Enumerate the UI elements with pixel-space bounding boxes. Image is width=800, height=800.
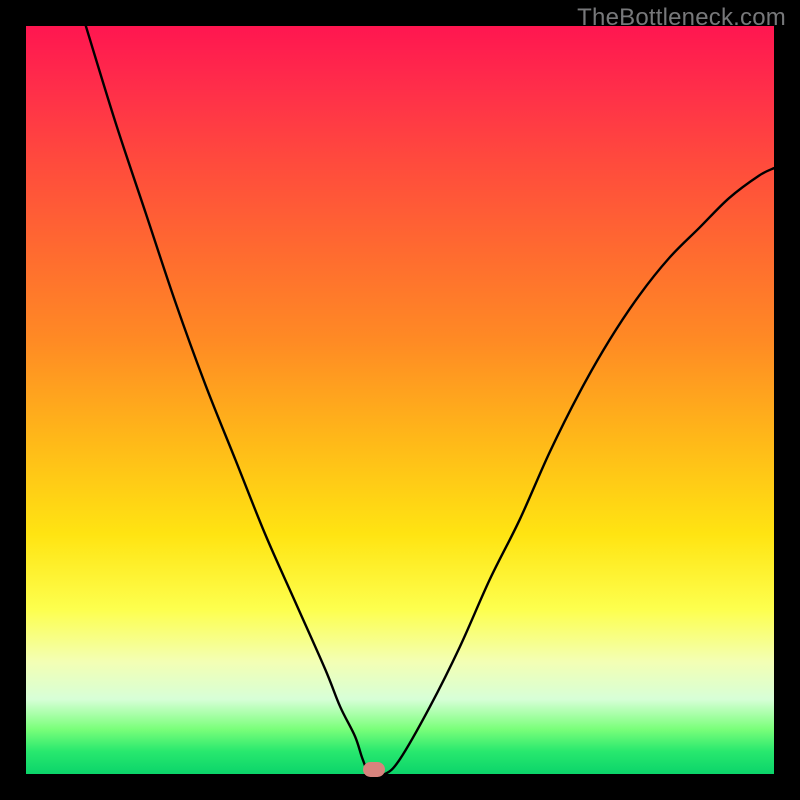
bottleneck-curve — [86, 26, 774, 774]
plot-area — [26, 26, 774, 774]
chart-frame: TheBottleneck.com — [0, 0, 800, 800]
optimal-point-marker — [363, 762, 385, 777]
bottleneck-curve-svg — [26, 26, 774, 774]
